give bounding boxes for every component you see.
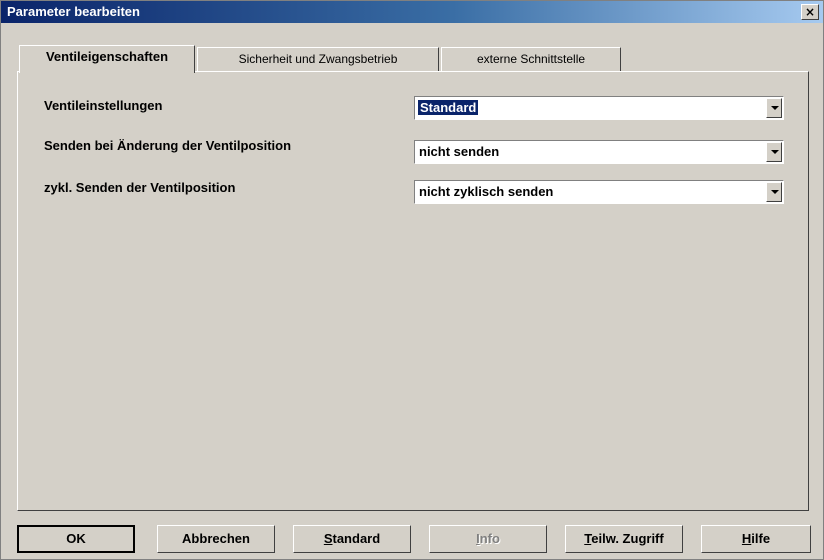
- tab-ventileigenschaften[interactable]: Ventileigenschaften: [19, 45, 195, 73]
- chevron-down-icon[interactable]: [766, 142, 782, 162]
- mnemonic: H: [741, 531, 752, 546]
- title-bar[interactable]: Parameter bearbeiten ×: [1, 1, 823, 23]
- info-button: Info: [429, 525, 547, 553]
- combo-value: nicht zyklisch senden: [419, 184, 554, 199]
- button-label: ilfe: [751, 531, 771, 546]
- tab-label: externe Schnittstelle: [476, 52, 586, 66]
- chevron-down-icon[interactable]: [766, 98, 782, 118]
- tab-sicherheit-zwangsbetrieb[interactable]: Sicherheit und Zwangsbetrieb: [197, 47, 439, 71]
- window-title: Parameter bearbeiten: [7, 4, 140, 19]
- ok-button[interactable]: OK: [17, 525, 135, 553]
- tab-panel: Ventileinstellungen Standard Senden bei …: [17, 71, 809, 511]
- ventileinstellungen-select[interactable]: Standard: [414, 96, 784, 120]
- combo-value: Standard: [418, 100, 479, 115]
- button-label: tandard: [332, 531, 381, 546]
- tab-label: Sicherheit und Zwangsbetrieb: [238, 52, 398, 66]
- parameter-dialog: Parameter bearbeiten × Ventileigenschaft…: [0, 0, 824, 560]
- tab-label: Ventileigenschaften: [45, 49, 169, 64]
- zykl-senden-select[interactable]: nicht zyklisch senden: [414, 180, 784, 204]
- combo-value: nicht senden: [419, 144, 500, 159]
- close-icon[interactable]: ×: [801, 4, 819, 20]
- senden-aenderung-select[interactable]: nicht senden: [414, 140, 784, 164]
- button-label: eilw. Zugriff: [591, 531, 664, 546]
- help-button[interactable]: Hilfe: [701, 525, 811, 553]
- mnemonic: S: [323, 531, 333, 546]
- partial-access-button[interactable]: Teilw. Zugriff: [565, 525, 683, 553]
- chevron-down-icon[interactable]: [766, 182, 782, 202]
- param-label-ventileinstellungen: Ventileinstellungen: [44, 98, 163, 113]
- cancel-button[interactable]: Abbrechen: [157, 525, 275, 553]
- param-label-senden-aenderung: Senden bei Änderung der Ventilposition: [44, 138, 292, 153]
- button-label: nfo: [479, 531, 500, 546]
- tab-externe-schnittstelle[interactable]: externe Schnittstelle: [441, 47, 621, 71]
- param-label-zykl-senden: zykl. Senden der Ventilposition: [44, 180, 236, 195]
- standard-button[interactable]: Standard: [293, 525, 411, 553]
